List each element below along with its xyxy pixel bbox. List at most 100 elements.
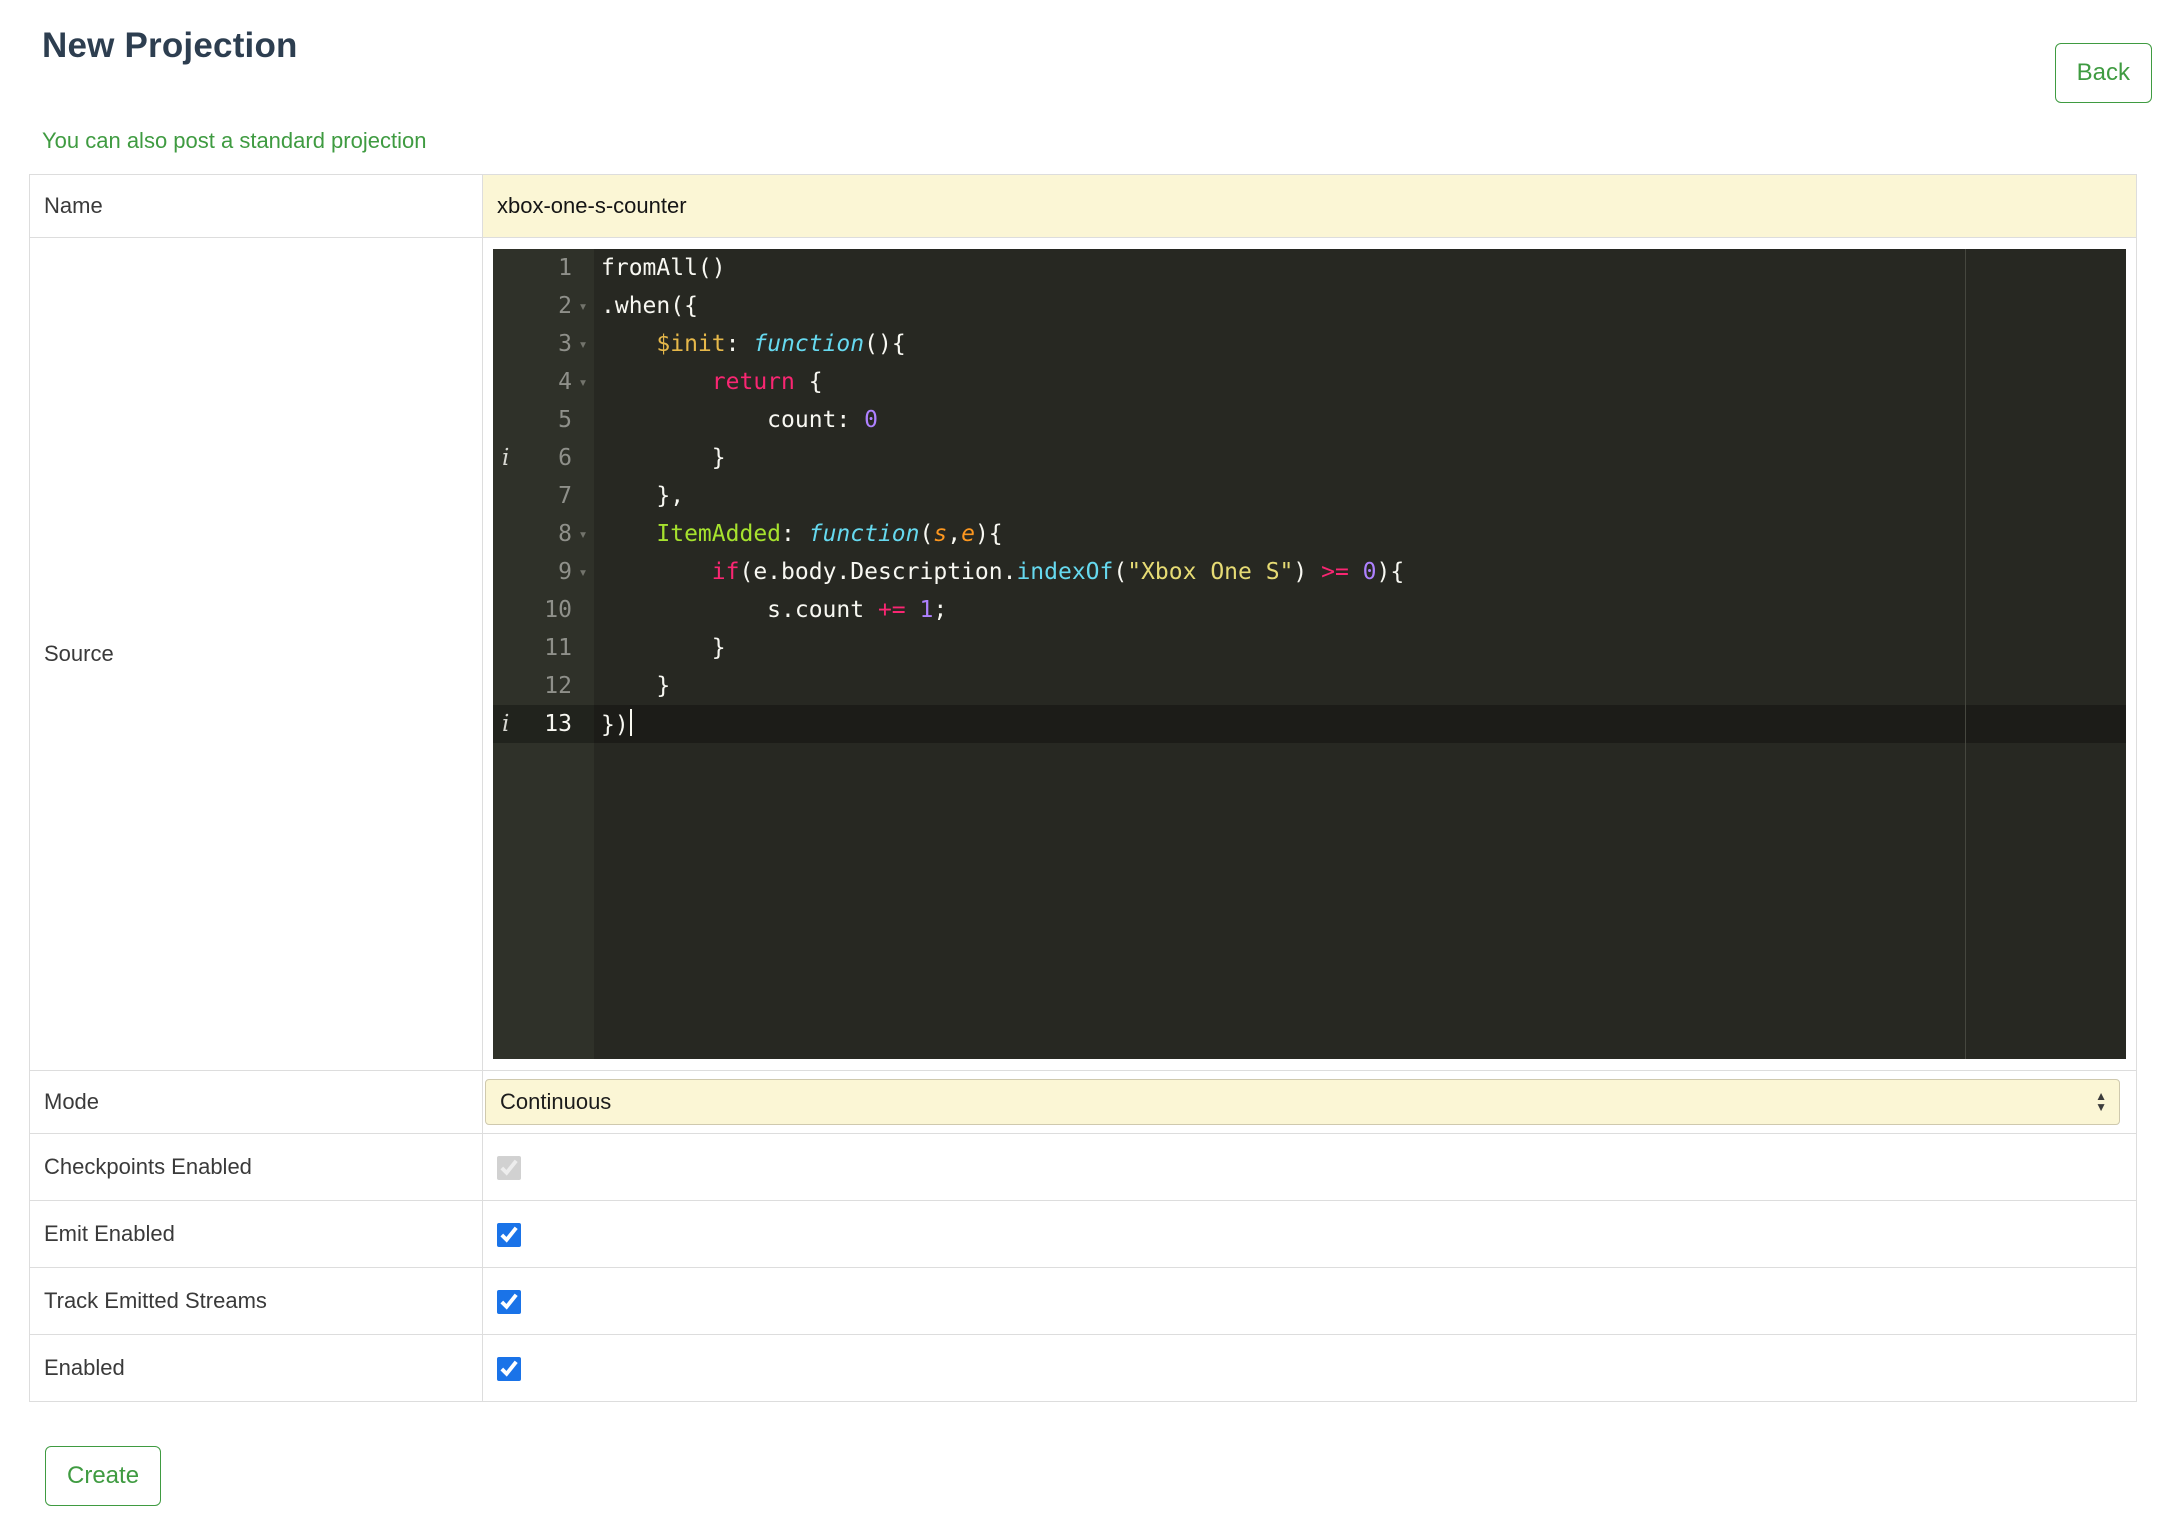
back-button[interactable]: Back (2054, 43, 2152, 103)
editor-gutter: 4 ▾ (493, 363, 594, 401)
gutter-spacer (493, 629, 523, 667)
name-label: Name (29, 174, 483, 238)
editor-line[interactable]: 12 } (493, 667, 2126, 705)
fold-toggle-icon[interactable]: ▾ (572, 553, 594, 591)
emit-label: Emit Enabled (29, 1200, 483, 1268)
editor-line[interactable]: 1 fromAll() (493, 249, 2126, 287)
line-number: 6 (558, 445, 572, 471)
page-title: New Projection (42, 26, 298, 65)
editor-line[interactable]: 11 } (493, 629, 2126, 667)
gutter-spacer (493, 363, 523, 401)
editor-gutter: 1 (493, 249, 594, 287)
source-code-editor[interactable]: 1 fromAll() 2 ▾ .when({3 ▾ $init: function(){… (493, 249, 2126, 1059)
editor-gutter: i 13 (493, 705, 594, 743)
line-number: 7 (558, 483, 572, 509)
enabled-row: Enabled (29, 1334, 2137, 1402)
fold-toggle-icon[interactable]: ▾ (572, 287, 594, 325)
editor-line[interactable]: 2 ▾ .when({ (493, 287, 2126, 325)
gutter-spacer (493, 287, 523, 325)
line-number: 8 (558, 521, 572, 547)
editor-line[interactable]: 4 ▾ return { (493, 363, 2126, 401)
line-number: 12 (544, 673, 572, 699)
code-text[interactable]: } (594, 629, 2126, 667)
fold-toggle-icon[interactable]: ▾ (572, 325, 594, 363)
track-label: Track Emitted Streams (29, 1267, 483, 1335)
projection-name-input[interactable] (483, 175, 2136, 237)
gutter-spacer (493, 477, 523, 515)
line-number: 11 (544, 635, 572, 661)
code-text[interactable]: s.count += 1; (594, 591, 2126, 629)
editor-gutter: 3 ▾ (493, 325, 594, 363)
editor-line[interactable]: 5 count: 0 (493, 401, 2126, 439)
gutter-spacer (493, 591, 523, 629)
editor-line[interactable]: 3 ▾ $init: function(){ (493, 325, 2126, 363)
code-text[interactable]: } (594, 667, 2126, 705)
projection-form-table: Name Source 1fromAll()2▾.when({3▾ $init:… (29, 174, 2137, 1402)
line-number: 5 (558, 407, 572, 433)
editor-line[interactable]: 10 s.count += 1; (493, 591, 2126, 629)
editor-gutter: 7 (493, 477, 594, 515)
code-lines: 1 fromAll() 2 ▾ .when({3 ▾ $init: function(){… (493, 249, 2126, 743)
code-text[interactable]: if(e.body.Description.indexOf("Xbox One … (594, 553, 2126, 591)
text-cursor (629, 709, 632, 736)
code-text[interactable]: ItemAdded: function(s,e){ (594, 515, 2126, 553)
checkpoints-label: Checkpoints Enabled (29, 1133, 483, 1201)
code-text[interactable]: }, (594, 477, 2126, 515)
print-margin-ruler (1965, 249, 1966, 1059)
mode-select[interactable]: Continuous ▲ ▼ (485, 1079, 2120, 1125)
editor-line[interactable]: i 13}) (493, 705, 2126, 743)
source-row: Source 1 fromAll() 2 ▾ .when({3 ▾ $init: func… (29, 237, 2137, 1071)
code-text[interactable]: $init: function(){ (594, 325, 2126, 363)
editor-line[interactable]: 9 ▾ if(e.body.Description.indexOf("Xbox O… (493, 553, 2126, 591)
editor-line[interactable]: 7 }, (493, 477, 2126, 515)
editor-gutter: 8 ▾ (493, 515, 594, 553)
gutter-spacer (493, 401, 523, 439)
info-annotation-icon[interactable]: i (493, 705, 523, 743)
line-number: 2 (558, 293, 572, 319)
mode-label: Mode (29, 1070, 483, 1134)
editor-gutter: 12 (493, 667, 594, 705)
info-annotation-icon[interactable]: i (493, 439, 523, 477)
track-emitted-streams-checkbox[interactable] (497, 1290, 521, 1315)
editor-line[interactable]: 8 ▾ ItemAdded: function(s,e){ (493, 515, 2126, 553)
emit-row: Emit Enabled (29, 1200, 2137, 1268)
emit-enabled-checkbox[interactable] (497, 1223, 521, 1248)
code-text[interactable]: fromAll() (594, 249, 2126, 287)
gutter-spacer (493, 325, 523, 363)
fold-toggle-icon[interactable]: ▾ (572, 363, 594, 401)
line-number: 9 (558, 559, 572, 585)
new-projection-page: New Projection Back You can also post a … (0, 26, 2166, 1506)
gutter-spacer (493, 553, 523, 591)
source-label: Source (29, 237, 483, 1071)
mode-select-value: Continuous (500, 1089, 612, 1114)
select-arrows-icon: ▲ ▼ (2095, 1089, 2107, 1114)
editor-gutter: 5 (493, 401, 594, 439)
gutter-spacer (493, 515, 523, 553)
editor-gutter: i6 (493, 439, 594, 477)
editor-gutter: 10 (493, 591, 594, 629)
editor-line[interactable]: i6 } (493, 439, 2126, 477)
code-text[interactable]: }) (594, 705, 2126, 743)
code-text[interactable]: .when({ (594, 287, 2126, 325)
standard-projection-link[interactable]: You can also post a standard projection (42, 128, 426, 154)
checkpoints-row: Checkpoints Enabled (29, 1133, 2137, 1201)
mode-row: Mode Continuous ▲ ▼ (29, 1070, 2137, 1134)
line-number: 4 (558, 369, 572, 395)
code-text[interactable]: } (594, 439, 2126, 477)
gutter-spacer (493, 667, 523, 705)
fold-toggle-icon[interactable]: ▾ (572, 515, 594, 553)
line-number: 10 (544, 597, 572, 623)
code-text[interactable]: count: 0 (594, 401, 2126, 439)
code-text[interactable]: return { (594, 363, 2126, 401)
editor-gutter: 9 ▾ (493, 553, 594, 591)
enabled-checkbox[interactable] (497, 1357, 521, 1382)
create-button[interactable]: Create (45, 1446, 162, 1506)
line-number: 3 (558, 331, 572, 357)
gutter-spacer (493, 249, 523, 287)
